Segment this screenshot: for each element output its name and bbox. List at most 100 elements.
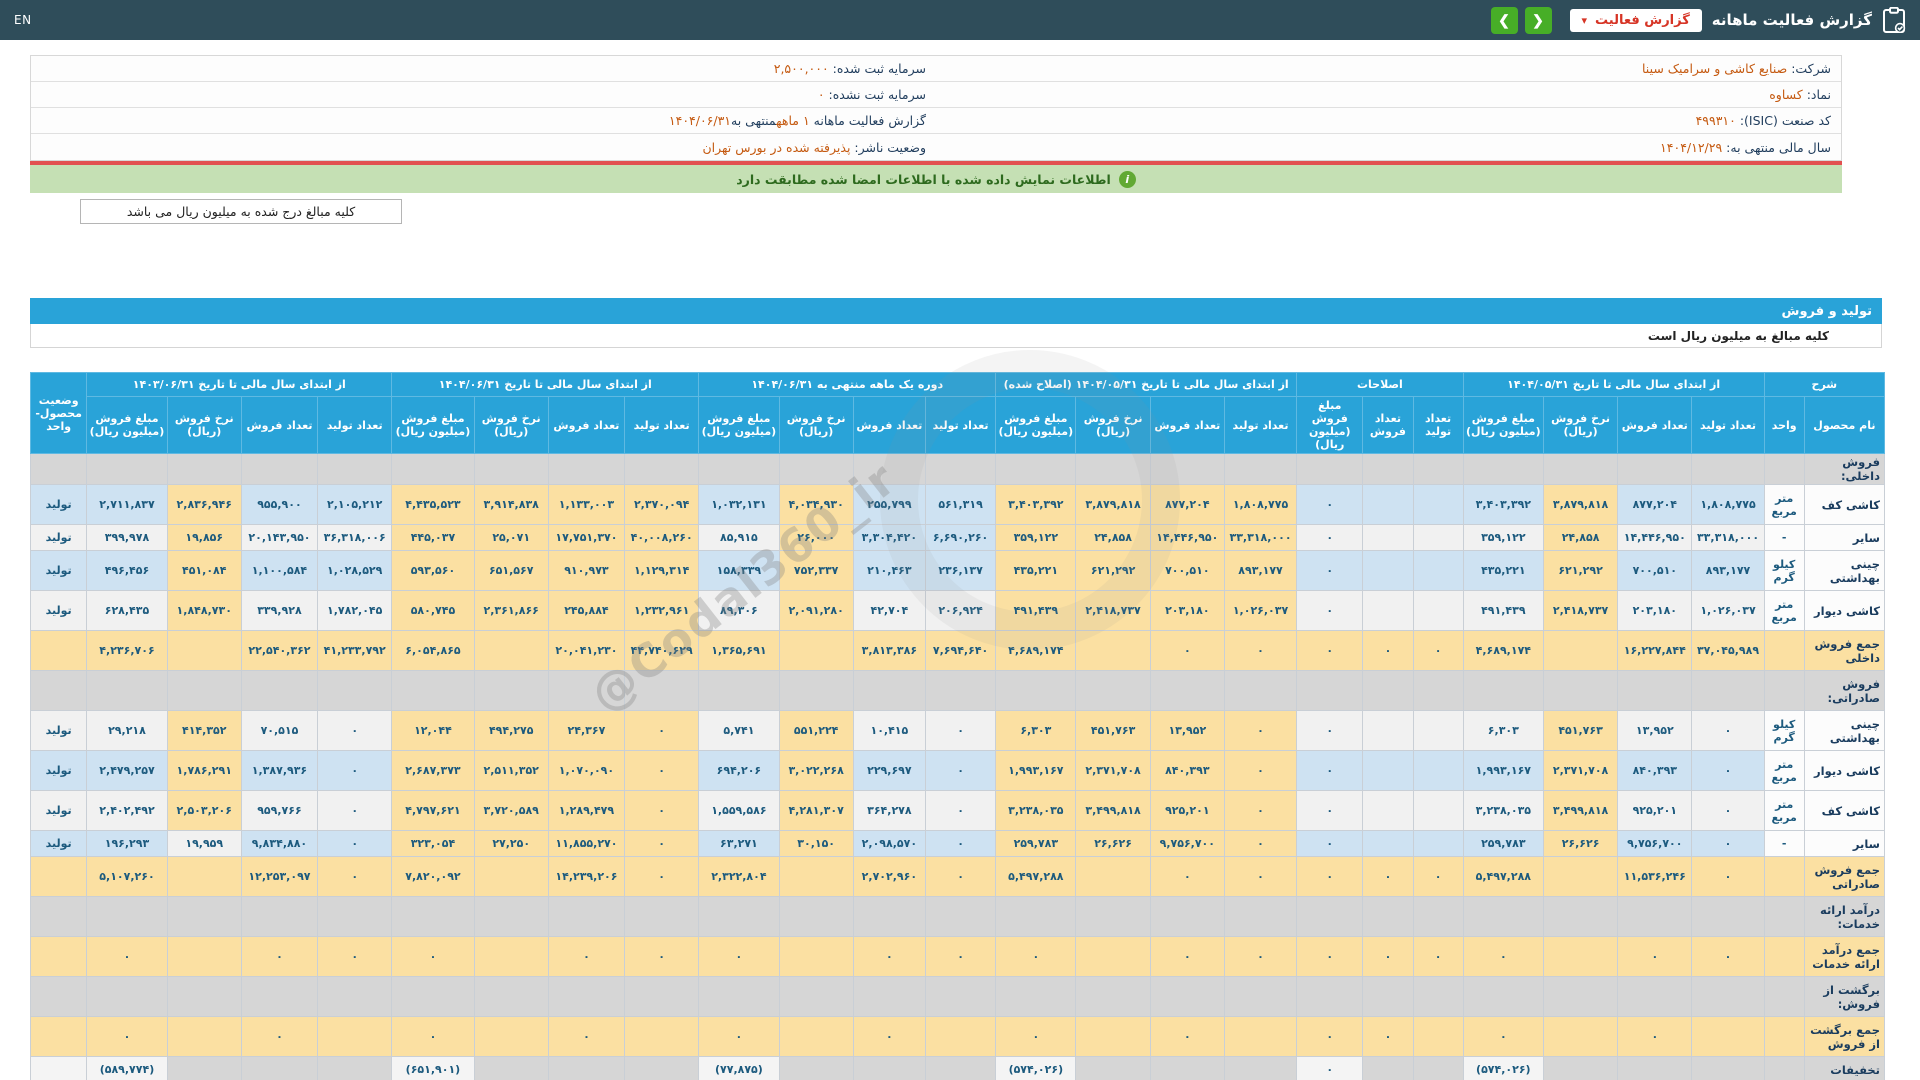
- info-icon: i: [1118, 170, 1136, 188]
- data-cell: [924, 896, 997, 937]
- row-label-cell: جمع درآمد ارائه خدمات: [1803, 936, 1886, 977]
- data-cell: ۲۰۳,۱۸۰: [1149, 590, 1225, 631]
- production-sales-table-wrap: شرح از ابتدای سال مالی تا تاریخ ۱۴۰۴/۰۵/۳…: [29, 372, 1886, 1080]
- data-cell: [1763, 1056, 1805, 1080]
- data-cell: [29, 936, 88, 977]
- data-cell: ۴,۶۸۹,۱۷۴: [995, 630, 1077, 671]
- data-cell: ۰: [1462, 936, 1544, 977]
- data-cell: [1362, 670, 1414, 711]
- data-cell: [698, 976, 780, 1017]
- data-cell: [1763, 670, 1805, 711]
- column-header: مبلغ فروش (میلیون ریال): [1462, 396, 1544, 454]
- data-cell: متر مربع: [1763, 750, 1805, 791]
- data-cell: [166, 670, 242, 711]
- data-cell: [1075, 976, 1151, 1017]
- data-cell: ۰: [924, 710, 997, 751]
- info-row: سال مالی منتهی به: ۱۴۰۴/۱۲/۲۹ وضعیت ناشر:…: [31, 134, 1841, 160]
- data-cell: ۹۵۵,۹۰۰: [240, 484, 319, 525]
- info-row: کد صنعت (ISIC): ۴۹۹۳۱۰ گزارش فعالیت ماهان…: [31, 108, 1841, 134]
- section-row: فروش صادراتی:: [29, 670, 1886, 711]
- data-cell: ۲,۳۲۲,۸۰۴: [698, 856, 780, 897]
- data-cell: ۲۰۶,۹۲۴: [924, 590, 997, 631]
- data-cell: ۲,۳۷۰,۰۹۴: [624, 484, 700, 525]
- data-cell: ۰: [1149, 856, 1225, 897]
- data-cell: ۵۸۰,۷۴۵: [391, 590, 475, 631]
- data-cell: [1075, 1016, 1151, 1057]
- data-cell: [1362, 750, 1414, 791]
- data-cell: [1149, 670, 1225, 711]
- data-cell: ۱,۲۳۲,۹۶۱: [624, 590, 700, 631]
- data-cell: ۰: [924, 750, 997, 791]
- data-cell: ۰: [1296, 590, 1364, 631]
- data-cell: ۱۳,۹۵۲: [1149, 710, 1225, 751]
- data-cell: ۰: [1296, 790, 1364, 831]
- data-cell: ۸۵,۹۱۵: [698, 524, 780, 551]
- data-cell: ۳,۸۱۳,۳۸۶: [852, 630, 926, 671]
- data-cell: ۱,۵۵۹,۵۸۶: [698, 790, 780, 831]
- data-cell: ۴,۷۹۷,۶۲۱: [391, 790, 475, 831]
- data-cell: [1149, 896, 1225, 937]
- next-report-button[interactable]: ❯: [1490, 6, 1518, 34]
- data-cell: ۳,۳۰۴,۴۲۰: [852, 524, 926, 551]
- data-cell: ۲۵۹,۷۸۳: [1462, 830, 1544, 857]
- report-type-dropdown[interactable]: گزارش فعالیت ▾: [1569, 8, 1702, 32]
- data-cell: ۲,۰۹۸,۵۷۰: [852, 830, 926, 857]
- data-cell: ۱,۲۸۹,۴۷۹: [547, 790, 626, 831]
- data-cell: ۰: [624, 830, 700, 857]
- data-cell: ۱,۰۳۲,۱۳۱: [698, 484, 780, 525]
- table-row: تخفیفات (۵۷۴,۰۲۶) ۰ (۵۷۴,۰۲۶) (۷۷,۸۷۵) (۶۵۱,۹…: [29, 1056, 1886, 1080]
- data-cell: [778, 670, 854, 711]
- table-row: جمع فروش صادراتی ۰ ۱۱,۵۳۶,۲۴۶ ۵,۴۹۷,۲۸۸ ۰ ۰ ۰ ۰…: [29, 856, 1886, 897]
- data-cell: ۲۵,۰۷۱: [473, 524, 549, 551]
- row-label-cell: سایر: [1803, 524, 1886, 551]
- data-cell: ۵,۷۴۱: [698, 710, 780, 751]
- data-cell: [29, 1016, 88, 1057]
- data-cell: [166, 896, 242, 937]
- data-cell: [1223, 896, 1298, 937]
- data-cell: [1075, 936, 1151, 977]
- column-header: تعداد فروش: [1149, 396, 1225, 454]
- data-cell: [473, 1016, 549, 1057]
- data-cell: ۰: [924, 830, 997, 857]
- language-toggle-en[interactable]: EN: [14, 13, 32, 27]
- data-cell: [624, 976, 700, 1017]
- data-cell: متر مربع: [1763, 790, 1805, 831]
- data-cell: ۳۳,۳۱۸,۰۰۰: [1223, 524, 1298, 551]
- data-cell: [29, 896, 88, 937]
- data-cell: [1617, 896, 1693, 937]
- prev-report-button[interactable]: ❮: [1524, 6, 1552, 34]
- data-cell: [1362, 590, 1414, 631]
- data-cell: ۴۹۶,۴۵۶: [86, 550, 168, 591]
- data-cell: ۰: [1296, 524, 1364, 551]
- data-cell: [698, 670, 780, 711]
- column-header: تعداد تولید: [924, 396, 997, 454]
- data-cell: ۲,۷۱۱,۸۳۷: [86, 484, 168, 525]
- data-cell: ۸۷۷,۲۰۴: [1617, 484, 1693, 525]
- info-value: ۴۹۹۳۱۰: [1695, 113, 1736, 128]
- data-cell: ۲۳۶,۱۳۷: [924, 550, 997, 591]
- data-cell: ۰: [924, 936, 997, 977]
- data-cell: [166, 1016, 242, 1057]
- data-cell: [1075, 630, 1151, 671]
- signature-notice-text: اطلاعات نمایش داده شده با اطلاعات امضا ش…: [736, 171, 1111, 187]
- data-cell: [1412, 750, 1464, 791]
- data-cell: [1223, 453, 1298, 485]
- data-cell: ۹۵۹,۷۶۶: [240, 790, 319, 831]
- data-cell: ۰: [852, 936, 926, 977]
- data-cell: ۰: [317, 936, 393, 977]
- data-cell: [1617, 453, 1693, 485]
- data-cell: ۰: [1362, 936, 1414, 977]
- data-cell: [1542, 936, 1619, 977]
- data-cell: [778, 1016, 854, 1057]
- data-cell: ۶,۶۹۰,۲۶۰: [924, 524, 997, 551]
- data-cell: ۴۵۱,۰۸۴: [166, 550, 242, 591]
- data-cell: [1075, 1056, 1151, 1080]
- column-header: نرخ فروش (ریال): [473, 396, 549, 454]
- info-label: شرکت:: [1787, 61, 1831, 76]
- group-header: اصلاحات: [1296, 372, 1464, 397]
- data-cell: ۰: [317, 830, 393, 857]
- data-cell: ۱۱,۵۳۶,۲۴۶: [1617, 856, 1693, 897]
- data-cell: ۴۴,۷۴۰,۶۲۹: [624, 630, 700, 671]
- data-cell: [240, 1056, 319, 1080]
- row-label-cell: سایر: [1803, 830, 1886, 857]
